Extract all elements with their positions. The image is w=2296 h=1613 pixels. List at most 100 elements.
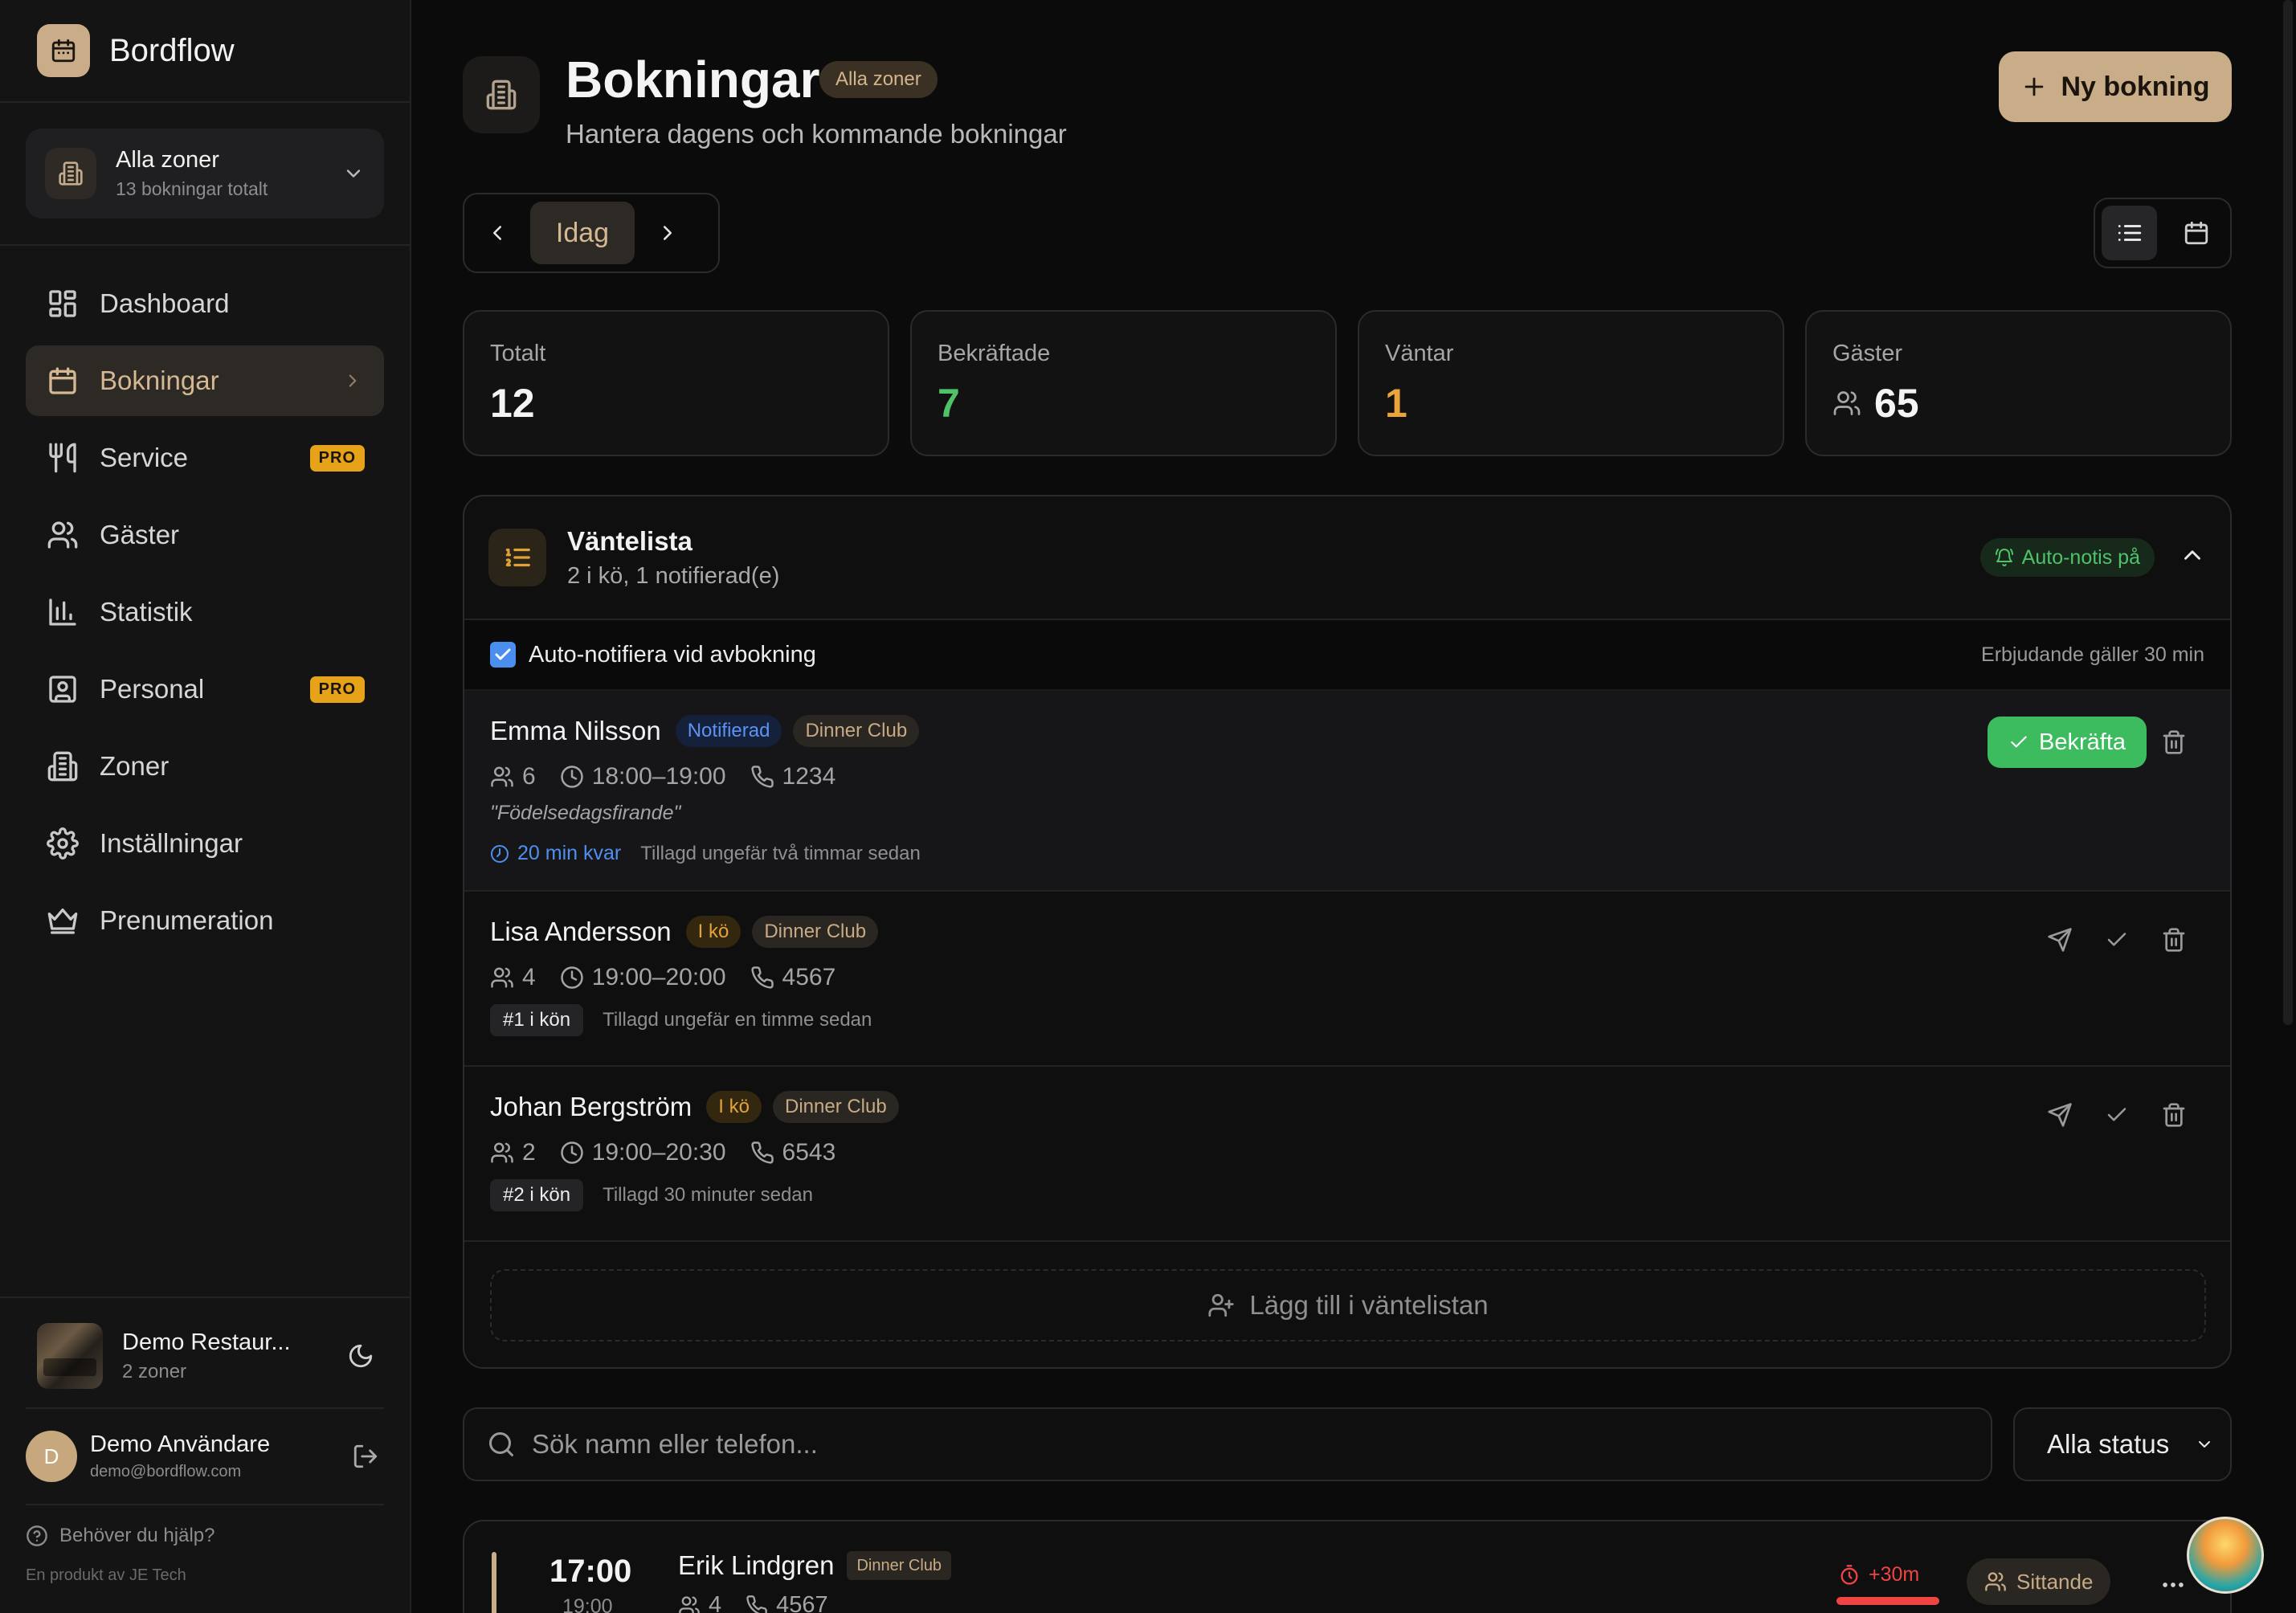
trash-icon[interactable] [2161,729,2187,755]
restaurant-switcher[interactable]: Demo Restaur... 2 zoner [37,1322,374,1390]
phone-icon [750,966,774,989]
nav-item-personal[interactable]: Personal PRO [26,654,384,725]
status-filter-value: Alla status [2047,1429,2170,1459]
auto-notify-label: Auto-notifiera vid avbokning [529,641,816,668]
nav-item-installningar[interactable]: Inställningar [26,808,384,879]
moon-icon[interactable] [347,1342,374,1370]
nav-item-prenumeration[interactable]: Prenumeration [26,885,384,956]
user-email: demo@bordflow.com [90,1463,242,1480]
nav-label: Dashboard [100,288,230,318]
phone-number: 4567 [782,964,836,990]
building-icon [463,56,540,133]
plus-icon [2025,77,2044,96]
stat-confirmed: Bekräftade 7 [910,310,1337,456]
stat-guests: Gäster 65 [1805,310,2232,456]
confirm-button[interactable]: Bekräfta [1988,717,2147,768]
chevron-down-icon [342,162,365,185]
prev-day-button[interactable] [464,194,530,272]
check-icon[interactable] [2105,928,2129,952]
stat-label: Totalt [490,341,546,366]
status-badge[interactable]: Sittande [1967,1558,2111,1605]
booking-start-time: 17:00 [549,1554,632,1589]
added-time: Tillagd 30 minuter sedan [603,1184,813,1206]
logout-icon[interactable] [352,1443,379,1470]
offer-duration-note: Erbjudande gäller 30 min [1981,643,2204,666]
trash-icon[interactable] [2161,1102,2187,1128]
scrollbar-thumb[interactable] [2283,0,2293,1025]
nav-label: Prenumeration [100,905,274,935]
building-icon [45,148,96,199]
users-icon [1833,391,1861,415]
user-name: Demo Användare [90,1431,271,1457]
main-nav: Dashboard Bokningar Service PRO Gäster S… [26,268,384,962]
stat-value: 7 [938,381,960,426]
user-profile[interactable]: D Demo Användare demo@bordflow.com [26,1430,379,1483]
add-to-waitlist-button[interactable]: Lägg till i väntelistan [490,1269,2206,1341]
phone-icon [746,1595,767,1613]
stat-value: 65 [1832,380,2204,427]
list-icon [2118,225,2141,241]
nav-item-gaster[interactable]: Gäster [26,500,384,570]
stat-label: Gäster [1832,341,1903,366]
chevron-down-icon [2199,1441,2210,1448]
guest-name: Lisa Andersson [490,917,672,946]
stat-value: 1 [1385,381,1407,426]
send-icon[interactable] [2047,1102,2073,1128]
avatar: D [26,1431,77,1482]
chevron-up-icon [2184,550,2200,560]
phone-number: 4567 [776,1592,828,1613]
nav-label: Inställningar [100,828,243,858]
nav-label: Zoner [100,751,170,781]
new-booking-button[interactable]: Ny bokning [1999,51,2232,122]
id-badge-icon [49,676,76,703]
more-options-icon[interactable] [2159,1571,2187,1599]
timer-icon [491,844,509,863]
trash-icon[interactable] [2161,927,2187,953]
nav-item-zoner[interactable]: Zoner [26,731,384,802]
next-day-button[interactable] [635,194,701,272]
guest-name: Emma Nilsson [490,716,661,745]
pro-badge: PRO [309,676,365,703]
users-icon [679,1595,700,1613]
time-range: 19:00–20:30 [591,1139,726,1166]
waitlist-entry: Emma Nilsson Notifierad Dinner Club 6 18… [464,691,2230,892]
nav-label: Personal [100,674,205,704]
auto-notify-checkbox[interactable] [490,642,516,668]
collapse-button[interactable] [2179,541,2206,569]
building-icon [47,751,78,782]
nav-item-dashboard[interactable]: Dashboard [26,268,384,339]
waitlist-subtitle: 2 i kö, 1 notifierad(e) [567,562,780,589]
zone-badge: Dinner Club [772,1091,899,1123]
booking-accent-bar [492,1552,496,1613]
booking-row[interactable]: 17:00 19:00 Erik Lindgren Dinner Club 4 … [463,1520,2232,1613]
stat-value: 12 [490,381,535,426]
nav-item-statistik[interactable]: Statistik [26,577,384,647]
clock-icon [560,966,583,989]
chevron-left-icon [493,226,501,240]
guest-count: 6 [522,763,536,790]
today-button[interactable]: Idag [530,202,635,264]
bar-chart-icon [49,598,76,626]
calendar-icon [37,24,90,77]
search-input[interactable] [532,1429,1968,1460]
status-filter-select[interactable]: Alla status [2013,1407,2232,1481]
waitlist-title: Väntelista [567,525,692,556]
list-view-button[interactable] [2102,206,2157,260]
nav-item-service[interactable]: Service PRO [26,423,384,493]
send-icon[interactable] [2047,927,2073,953]
waitlist-header[interactable]: Väntelista 2 i kö, 1 notifierad(e) Auto-… [464,496,2230,620]
check-icon[interactable] [2105,1103,2129,1127]
crown-icon [47,909,78,934]
check-icon [2011,736,2027,748]
nav-item-bokningar[interactable]: Bokningar [26,345,384,416]
date-navigator: Idag [463,193,720,273]
zone-selector[interactable]: Alla zoner 13 bokningar totalt [26,129,384,218]
chevron-right-icon [664,226,672,240]
guest-count: 4 [709,1592,722,1613]
assistant-avatar-button[interactable] [2187,1517,2264,1594]
help-label: Behöver du hjälp? [59,1525,215,1546]
calendar-view-button[interactable] [2168,206,2224,260]
help-link[interactable]: Behöver du hjälp? [26,1525,214,1547]
brand[interactable]: Bordflow [37,24,235,77]
zone-badge: Dinner Club [847,1551,952,1580]
